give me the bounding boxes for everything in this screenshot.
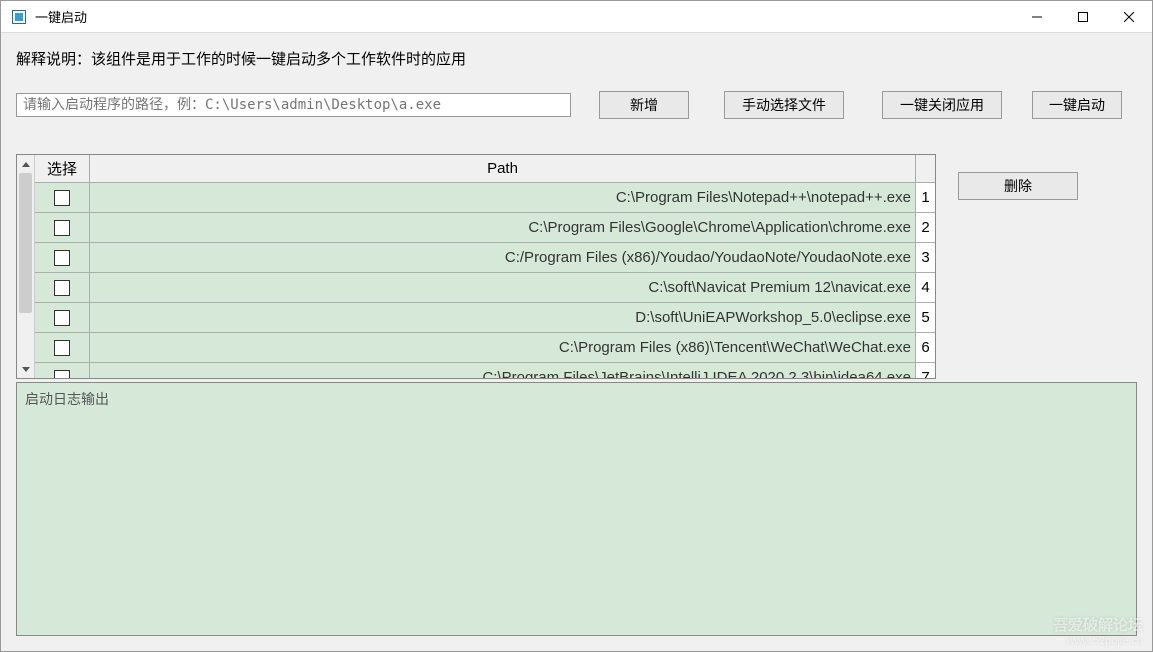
- cell-select: [35, 363, 90, 378]
- window-title: 一键启动: [35, 7, 87, 26]
- cell-select: [35, 303, 90, 332]
- manual-select-button[interactable]: 手动选择文件: [724, 91, 844, 119]
- cell-select: [35, 243, 90, 272]
- description-text: 解释说明：该组件是用于工作的时候一键启动多个工作软件时的应用: [16, 48, 1137, 69]
- vertical-scrollbar[interactable]: [17, 155, 35, 378]
- cell-path: C:\Program Files\JetBrains\IntelliJ IDEA…: [90, 363, 915, 378]
- delete-side: 删除: [958, 154, 1078, 379]
- header-path[interactable]: Path: [90, 155, 915, 182]
- cell-rownum: 1: [915, 183, 935, 212]
- cell-path: D:\soft\UniEAPWorkshop_5.0\eclipse.exe: [90, 303, 915, 332]
- scroll-thumb[interactable]: [19, 173, 32, 313]
- close-button[interactable]: [1106, 1, 1152, 33]
- log-output[interactable]: 启动日志输出: [16, 382, 1137, 636]
- button-group-right: 一键关闭应用 一键启动: [882, 91, 1122, 119]
- delete-button[interactable]: 删除: [958, 172, 1078, 200]
- input-row: 新增 手动选择文件 一键关闭应用 一键启动: [16, 91, 1137, 119]
- row-checkbox[interactable]: [54, 370, 70, 379]
- cell-path: C:\Program Files\Google\Chrome\Applicati…: [90, 213, 915, 242]
- cell-path: C:\Program Files\Notepad++\notepad++.exe: [90, 183, 915, 212]
- launch-all-button[interactable]: 一键启动: [1032, 91, 1122, 119]
- cell-rownum: 3: [915, 243, 935, 272]
- row-checkbox[interactable]: [54, 220, 70, 236]
- scroll-down-icon[interactable]: [17, 360, 34, 378]
- table-body: C:\Program Files\Notepad++\notepad++.exe…: [35, 183, 935, 378]
- close-all-button[interactable]: 一键关闭应用: [882, 91, 1002, 119]
- table-row[interactable]: C:\Program Files\Notepad++\notepad++.exe…: [35, 183, 935, 213]
- cell-select: [35, 273, 90, 302]
- table-row[interactable]: C:\Program Files\JetBrains\IntelliJ IDEA…: [35, 363, 935, 378]
- titlebar-left: 一键启动: [11, 7, 87, 26]
- main-window: 一键启动 解释说明：该组件是用于工作的时候一键启动多个工作软件时的应用 新增 手…: [0, 0, 1153, 652]
- cell-path: C:\Program Files (x86)\Tencent\WeChat\We…: [90, 333, 915, 362]
- table-main: 选择 Path C:\Program Files\Notepad++\notep…: [35, 155, 935, 378]
- row-checkbox[interactable]: [54, 250, 70, 266]
- row-checkbox[interactable]: [54, 190, 70, 206]
- row-checkbox[interactable]: [54, 340, 70, 356]
- header-num: [915, 155, 935, 182]
- table-row[interactable]: C:/Program Files (x86)/Youdao/YoudaoNote…: [35, 243, 935, 273]
- table-row[interactable]: C:\soft\Navicat Premium 12\navicat.exe4: [35, 273, 935, 303]
- cell-rownum: 2: [915, 213, 935, 242]
- log-label: 启动日志输出: [25, 391, 109, 407]
- row-checkbox[interactable]: [54, 310, 70, 326]
- cell-rownum: 7: [915, 363, 935, 378]
- scroll-up-icon[interactable]: [17, 155, 34, 173]
- cell-select: [35, 213, 90, 242]
- path-input[interactable]: [16, 93, 571, 117]
- cell-rownum: 6: [915, 333, 935, 362]
- header-select[interactable]: 选择: [35, 155, 90, 182]
- table-wrapper: 选择 Path C:\Program Files\Notepad++\notep…: [16, 154, 936, 379]
- minimize-button[interactable]: [1014, 1, 1060, 33]
- content-area: 解释说明：该组件是用于工作的时候一键启动多个工作软件时的应用 新增 手动选择文件…: [1, 33, 1152, 651]
- button-group-left: 新增 手动选择文件: [599, 91, 844, 119]
- cell-rownum: 4: [915, 273, 935, 302]
- cell-select: [35, 333, 90, 362]
- table-row[interactable]: C:\Program Files\Google\Chrome\Applicati…: [35, 213, 935, 243]
- table-section: 选择 Path C:\Program Files\Notepad++\notep…: [16, 154, 1137, 379]
- table-header: 选择 Path: [35, 155, 935, 183]
- app-icon: [11, 9, 27, 25]
- row-checkbox[interactable]: [54, 280, 70, 296]
- cell-rownum: 5: [915, 303, 935, 332]
- cell-select: [35, 183, 90, 212]
- add-button[interactable]: 新增: [599, 91, 689, 119]
- table-row[interactable]: D:\soft\UniEAPWorkshop_5.0\eclipse.exe5: [35, 303, 935, 333]
- titlebar-controls: [1014, 1, 1152, 33]
- titlebar: 一键启动: [1, 1, 1152, 33]
- table-row[interactable]: C:\Program Files (x86)\Tencent\WeChat\We…: [35, 333, 935, 363]
- cell-path: C:/Program Files (x86)/Youdao/YoudaoNote…: [90, 243, 915, 272]
- maximize-button[interactable]: [1060, 1, 1106, 33]
- cell-path: C:\soft\Navicat Premium 12\navicat.exe: [90, 273, 915, 302]
- scroll-track[interactable]: [17, 173, 34, 360]
